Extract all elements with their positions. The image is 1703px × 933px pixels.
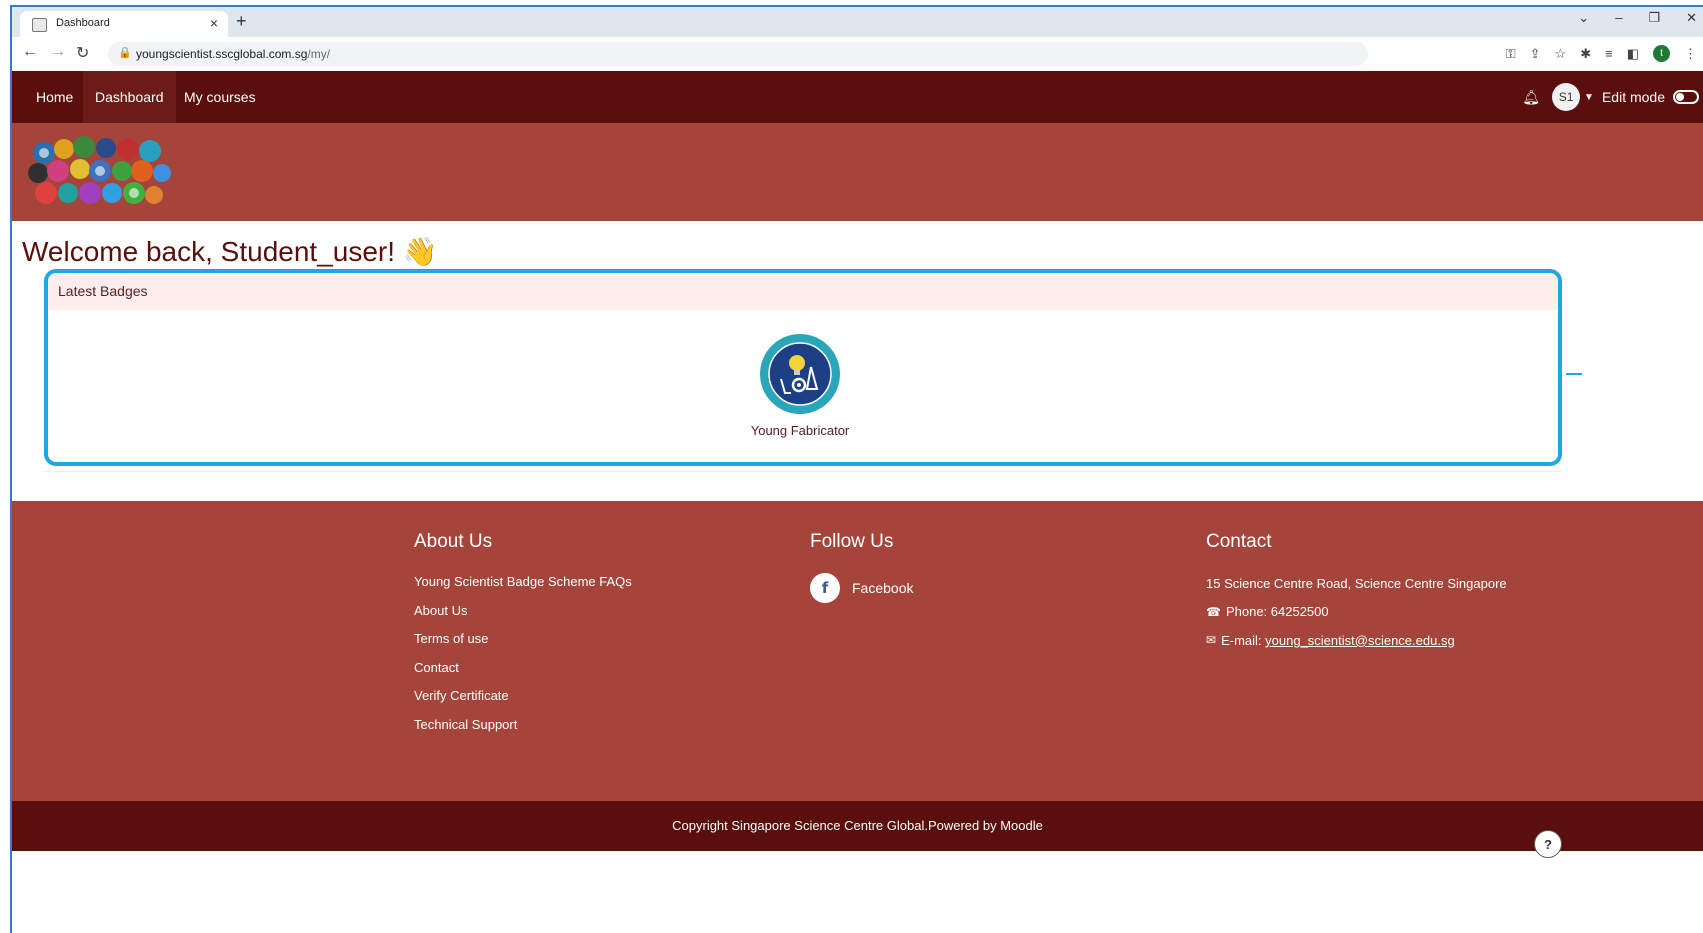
contact-address: 15 Science Centre Road, Science Centre S…	[1206, 569, 1507, 598]
footer-contact-heading: Contact	[1206, 531, 1272, 552]
url-host: youngscientist.sscglobal.com.sg	[136, 47, 308, 61]
contact-email: ✉ E-mail: young_scientist@science.edu.sg	[1206, 626, 1507, 655]
footer-about-links: Young Scientist Badge Scheme FAQs About …	[414, 573, 632, 744]
phone-icon: ☎	[1206, 604, 1221, 619]
side-panel-icon[interactable]: ◧	[1627, 46, 1639, 62]
restore-icon[interactable]: ❐	[1648, 10, 1660, 26]
browser-tab-dashboard[interactable]: Dashboard ×	[20, 11, 228, 37]
panel-divider	[44, 471, 1562, 472]
window-close-icon[interactable]: ✕	[1686, 10, 1697, 26]
minimize-icon[interactable]: –	[1615, 10, 1622, 26]
tab-close-icon[interactable]: ×	[210, 15, 218, 31]
address-toolbar: ← → ↻ 🔒 youngscientist.sscglobal.com.sg/…	[12, 37, 1703, 72]
menu-kebab-icon[interactable]: ⋮	[1684, 46, 1697, 62]
header-banner	[12, 123, 1703, 221]
nav-dashboard[interactable]: Dashboard	[83, 71, 176, 123]
tab-search-icon[interactable]: ⌄	[1578, 10, 1589, 26]
footer-about-column: About Us Young Scientist Badge Scheme FA…	[414, 531, 632, 744]
footer-link-technical-support[interactable]: Technical Support	[414, 716, 632, 745]
facebook-icon: f	[810, 573, 840, 603]
contact-phone-text: Phone: 64252500	[1225, 604, 1329, 620]
forward-arrow-icon[interactable]: →	[50, 43, 66, 61]
password-key-icon[interactable]: ⚿	[1506, 46, 1516, 62]
nav-home[interactable]: Home	[24, 71, 85, 123]
facebook-label: Facebook	[852, 580, 914, 596]
footer-follow-column: Follow Us f Facebook	[810, 531, 913, 603]
site-footer: About Us Young Scientist Badge Scheme FA…	[12, 501, 1703, 801]
footer-link-contact[interactable]: Contact	[414, 659, 632, 688]
url-text: youngscientist.sscglobal.com.sg/my/	[136, 47, 330, 61]
contact-email-link[interactable]: young_scientist@science.edu.sg	[1265, 633, 1455, 648]
contact-address-text: 15 Science Centre Road, Science Centre S…	[1206, 575, 1507, 591]
badges-collage-logo[interactable]	[26, 133, 172, 211]
badge-item[interactable]: Young Fabricator	[748, 333, 852, 438]
contact-phone: ☎ Phone: 64252500	[1206, 598, 1507, 627]
reading-list-icon[interactable]: ≡	[1605, 46, 1613, 61]
welcome-heading: Welcome back, Student_user! 👋	[22, 236, 438, 267]
bookmark-star-icon[interactable]: ☆	[1555, 46, 1567, 62]
toolbar-icons: ⚿ ⇪ ☆ ✱ ≡ ◧ t ⋮	[1506, 45, 1697, 62]
footer-about-heading: About Us	[414, 531, 493, 552]
copyright-bar: Copyright Singapore Science Centre Globa…	[12, 801, 1703, 851]
footer-follow-heading: Follow Us	[810, 531, 894, 552]
footer-link-terms[interactable]: Terms of use	[414, 630, 632, 659]
reload-icon[interactable]: ↻	[76, 43, 89, 63]
mail-icon: ✉	[1206, 633, 1217, 648]
highlight-connector	[1566, 373, 1582, 375]
url-bar[interactable]: 🔒 youngscientist.sscglobal.com.sg/my/	[108, 42, 1368, 66]
edit-mode-label: Edit mode	[1601, 89, 1665, 105]
edit-mode-toggle[interactable]	[1673, 90, 1699, 104]
footer-link-faqs[interactable]: Young Scientist Badge Scheme FAQs	[414, 573, 632, 602]
young-fabricator-badge-icon	[760, 334, 840, 414]
back-arrow-icon[interactable]: ←	[22, 43, 38, 61]
nav-my-courses[interactable]: My courses	[172, 71, 268, 123]
footer-link-about[interactable]: About Us	[414, 602, 632, 631]
window-controls: ⌄ – ❐ ✕	[1578, 10, 1703, 26]
profile-avatar[interactable]: t	[1653, 45, 1670, 62]
user-controls: 🔔︎ S1 ▼ Edit mode	[1522, 71, 1703, 123]
browser-window: Dashboard × + ⌄ – ❐ ✕ ← → ↻ 🔒 youngscien…	[10, 5, 1703, 933]
help-question-icon[interactable]: ?	[1534, 830, 1562, 858]
lock-icon: 🔒	[118, 47, 132, 59]
share-icon[interactable]: ⇪	[1530, 46, 1541, 62]
extensions-puzzle-icon[interactable]: ✱	[1580, 46, 1591, 62]
latest-badges-title: Latest Badges	[48, 273, 1558, 310]
latest-badges-panel: Latest Badges Young Fabricator	[44, 269, 1562, 466]
page-favicon-icon	[32, 18, 47, 32]
tab-strip: Dashboard × + ⌄ – ❐ ✕	[12, 7, 1703, 37]
new-tab-button[interactable]: +	[236, 11, 247, 32]
footer-link-verify-certificate[interactable]: Verify Certificate	[414, 687, 632, 716]
chevron-down-icon[interactable]: ▼	[1584, 92, 1594, 103]
footer-contact-column: Contact 15 Science Centre Road, Science …	[1206, 531, 1507, 655]
contact-email-prefix: E-mail:	[1221, 632, 1262, 648]
site-navbar: Home Dashboard My courses 🔔︎ S1 ▼ Edit m…	[12, 71, 1703, 123]
user-avatar[interactable]: S1	[1552, 83, 1581, 111]
tab-title: Dashboard	[56, 17, 110, 29]
badge-name[interactable]: Young Fabricator	[748, 423, 852, 438]
notification-bell-icon[interactable]: 🔔︎	[1522, 89, 1540, 106]
url-path: /my/	[307, 47, 331, 61]
facebook-link[interactable]: f Facebook	[810, 573, 913, 603]
